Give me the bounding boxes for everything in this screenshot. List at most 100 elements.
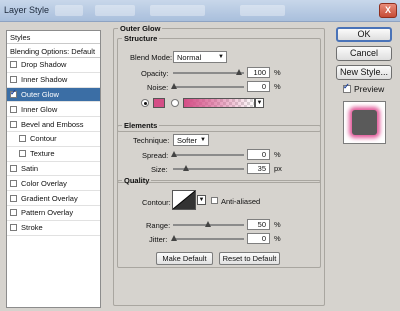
style-list: Drop Shadow Inner Shadow Outer Glow Inner G… (7, 58, 100, 236)
range-input[interactable]: 50 (247, 219, 270, 230)
style-item-stroke[interactable]: Stroke (7, 221, 100, 236)
style-checkbox[interactable] (10, 209, 17, 217)
style-checkbox[interactable] (10, 224, 17, 232)
noise-slider-thumb[interactable] (171, 83, 177, 89)
cancel-button[interactable]: Cancel (336, 46, 392, 61)
reset-to-default-button[interactable]: Reset to Default (219, 252, 280, 265)
glow-color-swatch[interactable] (153, 98, 165, 108)
preview-thumbnail (343, 101, 386, 144)
gradient-dropdown-button[interactable]: ▼ (255, 98, 264, 108)
style-checkbox[interactable] (10, 179, 17, 187)
styles-header[interactable]: Styles (7, 31, 100, 44)
title-bar: Layer Style X (0, 0, 400, 22)
blending-options-item[interactable]: Blending Options: Default (7, 44, 100, 58)
style-item-pattern-overlay[interactable]: Pattern Overlay (7, 206, 100, 221)
size-slider[interactable] (173, 165, 244, 171)
ok-button[interactable]: OK (336, 27, 392, 42)
style-item-label: Stroke (21, 223, 43, 233)
style-item-drop-shadow[interactable]: Drop Shadow (7, 58, 100, 73)
opacity-unit: % (274, 68, 281, 77)
noise-label: Noise: (147, 83, 169, 92)
opacity-slider-thumb[interactable] (236, 69, 242, 75)
blend-mode-label: Blend Mode: (130, 53, 173, 62)
title-bar-decoration (55, 5, 83, 16)
jitter-label: Jitter: (149, 235, 168, 244)
style-item-label: Contour (30, 134, 57, 144)
size-input[interactable]: 35 (247, 163, 270, 174)
style-checkbox[interactable] (10, 120, 17, 128)
size-slider-thumb[interactable] (183, 165, 189, 171)
style-checkbox[interactable] (19, 150, 26, 158)
anti-aliased-checkbox[interactable] (211, 197, 218, 204)
spread-input[interactable]: 0 (247, 149, 270, 160)
outer-glow-title: Outer Glow (120, 24, 161, 33)
title-bar-decoration (150, 5, 205, 16)
blend-mode-select[interactable]: Normal ▼ (173, 51, 227, 63)
title-bar-decoration (95, 5, 135, 16)
blend-mode-value: Normal (177, 53, 202, 62)
range-slider-thumb[interactable] (205, 221, 211, 227)
window-title: Layer Style (4, 5, 50, 15)
elements-legend: Elements (124, 121, 158, 130)
technique-select[interactable]: Softer ▼ (173, 134, 209, 146)
style-item-outer-glow[interactable]: Outer Glow (7, 87, 100, 103)
style-item-gradient-overlay[interactable]: Gradient Overlay (7, 191, 100, 206)
opacity-label: Opacity: (141, 69, 169, 78)
preview-checkbox[interactable] (343, 82, 351, 93)
spread-label: Spread: (142, 151, 169, 160)
style-item-label: Drop Shadow (21, 60, 67, 70)
spread-unit: % (274, 150, 281, 159)
contour-preview[interactable] (172, 190, 196, 210)
jitter-slider[interactable] (171, 235, 244, 241)
preview-label: Preview (354, 84, 385, 94)
style-item-satin[interactable]: Satin (7, 162, 100, 177)
style-item-label: Inner Shadow (21, 75, 68, 85)
opacity-input[interactable]: 100 (247, 67, 270, 78)
style-checkbox[interactable] (10, 164, 17, 172)
close-button[interactable]: X (379, 3, 397, 18)
gradient-radio[interactable] (171, 99, 179, 107)
jitter-unit: % (274, 234, 281, 243)
spread-slider-thumb[interactable] (171, 151, 177, 157)
noise-input[interactable]: 0 (247, 81, 270, 92)
style-item-bevel-and-emboss[interactable]: Bevel and Emboss (7, 117, 100, 132)
contour-curve-icon (173, 191, 195, 209)
styles-panel: Styles Blending Options: Default Drop Sh… (6, 30, 101, 308)
style-checkbox[interactable] (10, 76, 17, 84)
style-item-texture[interactable]: Texture (7, 147, 100, 162)
range-label: Range: (146, 221, 171, 230)
style-checkbox[interactable] (10, 61, 17, 69)
style-checkbox[interactable] (19, 135, 26, 143)
style-checkbox[interactable] (10, 105, 17, 113)
chevron-down-icon: ▼ (256, 100, 263, 106)
chevron-down-icon: ▼ (198, 197, 205, 203)
make-default-button[interactable]: Make Default (156, 252, 213, 265)
style-item-color-overlay[interactable]: Color Overlay (7, 176, 100, 192)
solid-color-radio[interactable] (141, 99, 149, 107)
structure-legend: Structure (124, 34, 158, 43)
range-unit: % (274, 220, 281, 229)
jitter-slider-thumb[interactable] (171, 235, 177, 241)
opacity-slider[interactable] (173, 69, 244, 75)
spread-slider[interactable] (171, 151, 244, 157)
style-item-contour[interactable]: Contour (7, 132, 100, 147)
range-slider[interactable] (173, 221, 244, 227)
style-checkbox[interactable] (10, 88, 17, 98)
style-item-label: Color Overlay (21, 178, 67, 188)
style-item-label: Pattern Overlay (21, 208, 74, 218)
noise-slider[interactable] (171, 83, 244, 89)
glow-gradient-picker[interactable] (183, 98, 255, 108)
style-item-label: Outer Glow (21, 89, 59, 99)
anti-aliased-label: Anti-aliased (221, 197, 261, 206)
jitter-input[interactable]: 0 (247, 233, 270, 244)
chevron-down-icon: ▼ (200, 137, 206, 143)
contour-dropdown-button[interactable]: ▼ (197, 195, 206, 205)
style-item-inner-shadow[interactable]: Inner Shadow (7, 73, 100, 88)
style-item-label: Texture (30, 149, 55, 159)
style-checkbox[interactable] (10, 194, 17, 202)
style-item-inner-glow[interactable]: Inner Glow (7, 102, 100, 118)
size-label: Size: (151, 165, 168, 174)
outer-glow-panel: Outer Glow Structure Blend Mode: Normal … (113, 24, 325, 306)
new-style-button[interactable]: New Style... (336, 65, 392, 80)
noise-unit: % (274, 82, 281, 91)
